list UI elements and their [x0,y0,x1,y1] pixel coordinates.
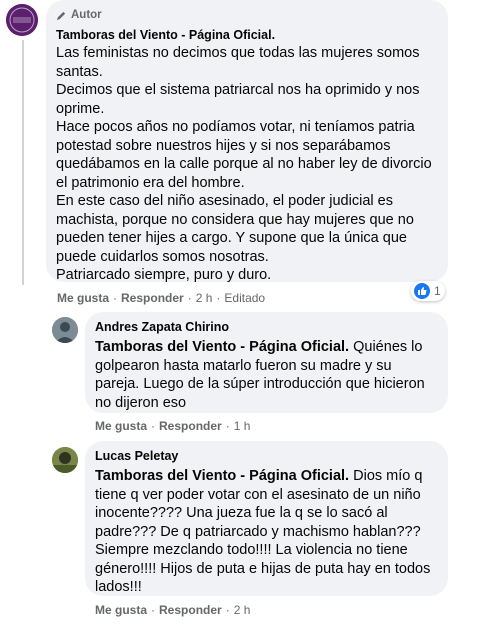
author-badge: Autor [56,8,436,22]
comment-text: Las feministas no decimos que todas las … [56,45,432,283]
like-button[interactable]: Me gusta [57,291,109,305]
thread-line [22,40,24,285]
comment-actions: Me gusta · Responder · 2 h · Editado [57,291,266,305]
reply-button[interactable]: Responder [159,603,222,617]
comment-bubble: Andres Zapata Chirino Tamboras del Vient… [85,312,448,413]
badge-label: Autor [71,9,102,21]
page-mention[interactable]: Tamboras del Viento - Página Oficial. [95,468,349,484]
like-icon [414,283,430,299]
avatar[interactable] [6,4,38,36]
comment-text: Tamboras del Viento - Página Oficial. Di… [95,467,436,597]
reaction-summary[interactable]: 1 [411,281,445,301]
avatar[interactable] [52,447,78,473]
user-photo-icon [52,447,78,473]
comment-author[interactable]: Andres Zapata Chirino [95,319,436,335]
comment-actions: Me gusta · Responder · 2 h [95,603,251,617]
like-button[interactable]: Me gusta [95,603,147,617]
timestamp[interactable]: 1 h [234,419,251,433]
reply-button[interactable]: Responder [121,291,184,305]
comment-body: Dios mío q tiene q ver poder votar con e… [95,468,435,595]
pencil-icon [56,11,66,20]
timestamp[interactable]: 2 h [234,603,251,617]
comment-bubble: Autor Tamboras del Viento - Página Ofici… [46,0,448,283]
reply-button[interactable]: Responder [159,419,222,433]
page-logo-icon [6,4,38,36]
comment-text: Tamboras del Viento - Página Oficial. Qu… [95,338,436,412]
page-mention[interactable]: Tamboras del Viento - Página Oficial. [95,339,349,355]
user-photo-icon [52,317,78,343]
timestamp[interactable]: 2 h [196,291,213,305]
like-button[interactable]: Me gusta [95,419,147,433]
edited-label[interactable]: Editado [224,291,265,305]
comment-bubble: Lucas Peletay Tamboras del Viento - Pági… [85,441,448,596]
comment-author[interactable]: Lucas Peletay [95,448,436,464]
comment-actions: Me gusta · Responder · 1 h [95,419,251,433]
comment-author[interactable]: Tamboras del Viento - Página Oficial. [56,27,436,43]
avatar[interactable] [52,317,78,343]
reaction-count: 1 [434,284,441,298]
